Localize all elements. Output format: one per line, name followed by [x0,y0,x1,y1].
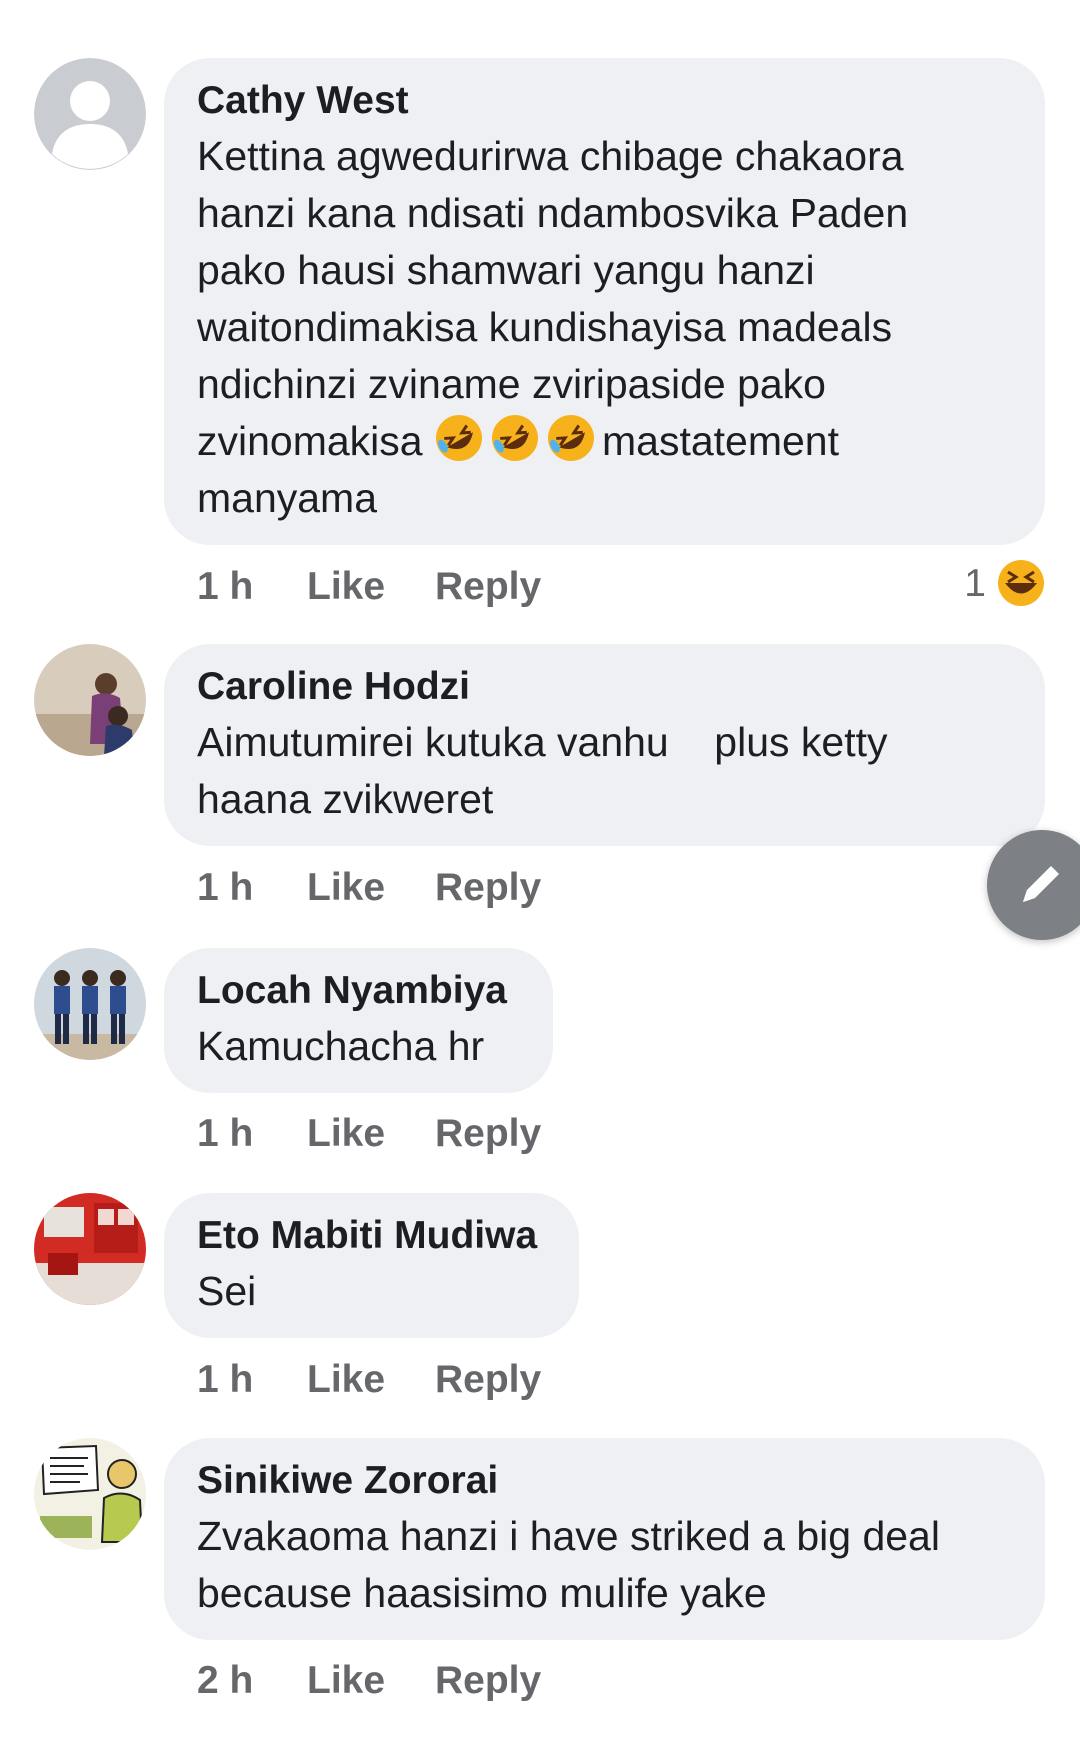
comment-text-line: ndichinzi zviname zviripaside pako [197,361,826,407]
comment-text-line: pako hausi shamwari yangu hanzi [197,247,815,293]
profile-photo-icon [34,1193,146,1305]
profile-photo-icon [34,1438,146,1550]
comment-time[interactable]: 1 h [197,1112,253,1156]
comment-text: Kamuchacha hr [197,1018,521,1075]
comment-bubble[interactable]: Cathy West Kettina agwedurirwa chibage c… [164,58,1045,545]
default-profile-icon [34,58,146,170]
reply-button[interactable]: Reply [435,565,541,609]
like-button[interactable]: Like [307,1659,385,1703]
comment-text-line: Kettina agwedurirwa chibage chakaora [197,133,904,179]
comment-author[interactable]: Sinikiwe Zororai [197,1454,1013,1508]
like-button[interactable]: Like [307,1112,385,1156]
reply-button[interactable]: Reply [435,866,541,910]
rolling-on-floor-laughing-emoji [491,415,538,461]
comment-text-fragment: mastatement [601,418,839,464]
avatar[interactable] [34,1193,146,1305]
profile-photo-icon [34,948,146,1060]
comment-author[interactable]: Caroline Hodzi [197,660,1013,714]
reply-button[interactable]: Reply [435,1659,541,1703]
comment-text-line: Sei [197,1268,257,1314]
comment-text-line: Aimutumirei kutuka vanhu plus ketty [197,719,888,765]
reaction-summary[interactable]: 1 [946,560,1046,612]
comment-time[interactable]: 2 h [197,1659,253,1703]
laughing-emoji [998,560,1044,606]
comment-time[interactable]: 1 h [197,1358,253,1402]
like-button[interactable]: Like [307,866,385,910]
comment-text-line: Kamuchacha hr [197,1023,485,1069]
like-button[interactable]: Like [307,565,385,609]
comment-text-line: waitondimakisa kundishayisa madeals [197,304,893,350]
comment-author[interactable]: Cathy West [197,74,1013,128]
avatar[interactable] [34,948,146,1060]
comment-text-line: Zvakaoma hanzi i have striked a big deal [197,1513,940,1559]
compose-button[interactable] [987,830,1080,940]
avatar[interactable] [34,58,146,170]
reply-button[interactable]: Reply [435,1112,541,1156]
comment-time[interactable]: 1 h [197,866,253,910]
rolling-on-floor-laughing-emoji [547,415,594,461]
comment-text-line: haana zvikweret [197,776,494,822]
comment-time[interactable]: 1 h [197,565,253,609]
comment-text: Sei [197,1263,547,1320]
comment-text: Kettina agwedurirwa chibage chakaora han… [197,128,1013,527]
pencil-icon [1023,866,1059,902]
avatar[interactable] [34,1438,146,1550]
profile-photo-icon [34,644,146,756]
comment-text-line: manyama [197,475,378,521]
like-button[interactable]: Like [307,1358,385,1402]
avatar[interactable] [34,644,146,756]
rolling-on-floor-laughing-emoji [435,415,482,461]
comment-text-line-emoji: zvinomakisa mastatement [197,413,1013,470]
comment-text-line: because haasisimo mulife yake [197,1570,767,1616]
comment-text: Zvakaoma hanzi i have striked a big deal… [197,1508,1013,1622]
comment-bubble[interactable]: Eto Mabiti Mudiwa Sei [164,1193,579,1338]
comment-text: Aimutumirei kutuka vanhu plus ketty haan… [197,714,1013,828]
comment-bubble[interactable]: Caroline Hodzi Aimutumirei kutuka vanhu … [164,644,1045,846]
comment-text-line: hanzi kana ndisati ndambosvika Paden [197,190,909,236]
reply-button[interactable]: Reply [435,1358,541,1402]
comment-bubble[interactable]: Sinikiwe Zororai Zvakaoma hanzi i have s… [164,1438,1045,1640]
comment-author[interactable]: Eto Mabiti Mudiwa [197,1209,547,1263]
reaction-count: 1 [964,562,986,605]
comment-bubble[interactable]: Locah Nyambiya Kamuchacha hr [164,948,553,1093]
comment-author[interactable]: Locah Nyambiya [197,964,521,1018]
comment-text-fragment: zvinomakisa [197,418,434,464]
